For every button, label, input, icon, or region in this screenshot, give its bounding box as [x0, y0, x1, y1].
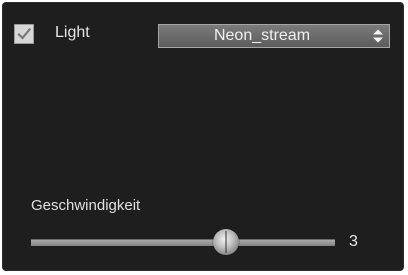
- light-checkbox-label: Light: [55, 24, 90, 41]
- effect-settings-panel: Light Neon_stream Geschwindigkeit 3: [2, 2, 404, 271]
- speed-slider[interactable]: [31, 229, 337, 255]
- checkmark-icon: [17, 27, 32, 40]
- up-down-arrows-icon: [373, 29, 383, 43]
- effect-dropdown[interactable]: Neon_stream: [158, 24, 390, 48]
- speed-slider-track[interactable]: [31, 239, 335, 246]
- effect-dropdown-value: Neon_stream: [213, 27, 311, 44]
- light-checkbox[interactable]: [14, 24, 34, 44]
- speed-label: Geschwindigkeit: [31, 197, 141, 214]
- speed-value: 3: [349, 233, 358, 250]
- speed-slider-thumb[interactable]: [213, 229, 239, 255]
